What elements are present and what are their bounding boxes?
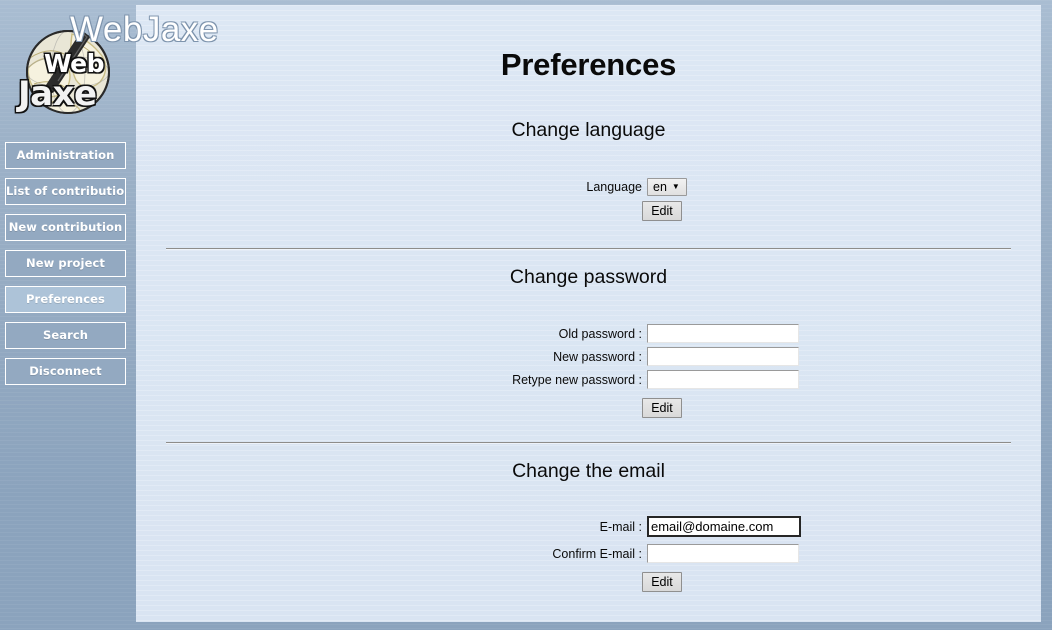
divider-2: [166, 442, 1011, 444]
new-password-input[interactable]: [647, 347, 799, 366]
section-change-email: Change the email E-mail : Confirm E-mail…: [136, 460, 1041, 592]
retype-new-password-label: Retype new password :: [136, 373, 647, 387]
application-window: Web Jaxe Administration List of contribu…: [0, 0, 1052, 630]
confirm-email-input[interactable]: [647, 544, 799, 563]
divider-1: [166, 248, 1011, 250]
language-label: Language: [136, 180, 647, 194]
sidebar-item-new-contribution[interactable]: New contribution: [5, 214, 126, 241]
sidebar-item-administration[interactable]: Administration: [5, 142, 126, 169]
email-input[interactable]: [647, 516, 801, 537]
old-password-label: Old password :: [136, 327, 647, 341]
sidebar-item-search[interactable]: Search: [5, 322, 126, 349]
password-edit-button[interactable]: Edit: [642, 398, 682, 418]
page-title: Preferences: [136, 5, 1041, 83]
section-title-change-email: Change the email: [136, 460, 1041, 483]
sidebar-item-list-of-contributions[interactable]: List of contributions: [5, 178, 126, 205]
retype-new-password-row: Retype new password :: [136, 370, 1041, 389]
email-submit-row: Edit: [136, 572, 1041, 592]
language-select-value: en: [653, 180, 667, 194]
confirm-email-label: Confirm E-mail :: [136, 547, 647, 561]
spacer: [136, 572, 642, 592]
email-label: E-mail :: [136, 520, 647, 534]
sidebar-item-new-project[interactable]: New project: [5, 250, 126, 277]
sidebar-item-disconnect[interactable]: Disconnect: [5, 358, 126, 385]
sidebar-item-preferences[interactable]: Preferences: [5, 286, 126, 313]
sidebar-nav: Administration List of contributions New…: [5, 142, 126, 394]
language-select[interactable]: en ▼: [647, 178, 687, 196]
old-password-input[interactable]: [647, 324, 799, 343]
section-title-change-password: Change password: [136, 266, 1041, 289]
language-submit-row: Edit: [136, 201, 1041, 221]
section-change-language: Change language Language en ▼ Edit: [136, 119, 1041, 221]
brand-title: WebJaxe: [70, 10, 219, 50]
email-row: E-mail :: [136, 516, 1041, 537]
logo-text-jaxe: Jaxe: [18, 74, 97, 114]
confirm-email-row: Confirm E-mail :: [136, 544, 1041, 563]
email-edit-button[interactable]: Edit: [642, 572, 682, 592]
retype-new-password-input[interactable]: [647, 370, 799, 389]
chevron-down-icon: ▼: [672, 183, 680, 191]
spacer: [136, 398, 642, 418]
new-password-label: New password :: [136, 350, 647, 364]
sidebar: Web Jaxe Administration List of contribu…: [0, 0, 136, 630]
new-password-row: New password :: [136, 347, 1041, 366]
password-submit-row: Edit: [136, 398, 1041, 418]
language-row: Language en ▼: [136, 178, 1041, 196]
spacer: [136, 201, 642, 221]
section-change-password: Change password Old password : New passw…: [136, 266, 1041, 418]
section-title-change-language: Change language: [136, 119, 1041, 142]
language-edit-button[interactable]: Edit: [642, 201, 682, 221]
main-content-panel: Preferences Change language Language en …: [136, 5, 1041, 622]
old-password-row: Old password :: [136, 324, 1041, 343]
